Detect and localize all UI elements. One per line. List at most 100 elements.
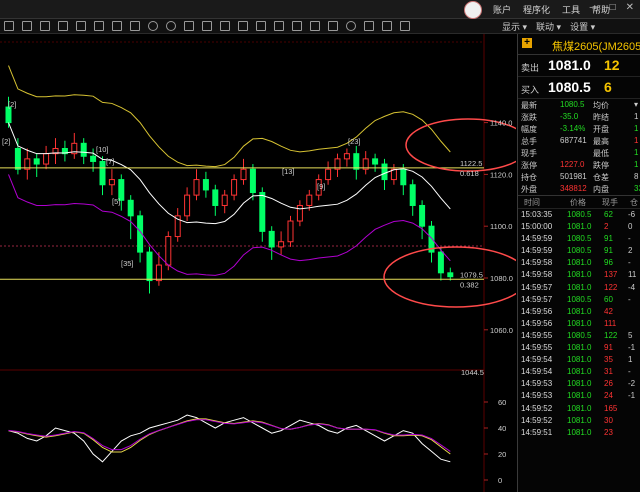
quote-value: ▾ xyxy=(634,100,639,109)
avatar[interactable] xyxy=(464,1,482,19)
col-price: 价格 xyxy=(570,198,586,207)
circle-tool-icon[interactable] xyxy=(166,21,176,31)
candle-body xyxy=(43,153,50,165)
count-label: [10] xyxy=(96,145,109,154)
tick-price: 1081.0 xyxy=(567,379,592,389)
maximize-button[interactable]: □ xyxy=(610,2,616,13)
y-tick-label: 1060.0 xyxy=(490,326,513,335)
tick-volume: 137 xyxy=(604,270,618,280)
arrow-tool-icon[interactable] xyxy=(256,21,266,31)
settings-dropdown[interactable]: 设置 ▾ xyxy=(570,20,595,33)
menu-item-account[interactable]: 账户 xyxy=(493,3,511,16)
palette-tool-icon[interactable] xyxy=(364,21,374,31)
drawing-toolbar: 显示 ▾ 联动 ▾ 设置 ▾ xyxy=(0,19,640,34)
eye-tool-icon[interactable] xyxy=(382,21,392,31)
tick-price: 1081.0 xyxy=(567,391,592,401)
candle-body xyxy=(325,168,332,181)
minimize-button[interactable]: — xyxy=(590,2,600,13)
candle-body xyxy=(381,163,388,181)
tick-price: 1081.0 xyxy=(567,343,592,353)
quote-key: 幅度 xyxy=(521,125,537,134)
fib-tool-icon[interactable] xyxy=(220,21,230,31)
tick-time: 14:59:51 xyxy=(521,427,553,437)
tick-row: 14:59:53 1081.0 24 -1 xyxy=(518,390,640,402)
candle-body xyxy=(231,179,238,196)
quote-value: 8 xyxy=(634,172,639,181)
candle-body xyxy=(240,168,247,181)
candle-body xyxy=(343,153,350,160)
tick-time: 14:59:59 xyxy=(521,246,553,256)
vline-tool-icon[interactable] xyxy=(94,21,104,31)
quote-value: 1 xyxy=(634,148,639,157)
quote-key: 开盘 xyxy=(593,125,609,134)
text-tool-icon[interactable] xyxy=(238,21,248,31)
tick-row: 14:59:53 1081.0 26 -2 xyxy=(518,378,640,390)
tick-price: 1081.0 xyxy=(567,222,592,232)
arc-tool-icon[interactable] xyxy=(202,21,212,31)
rect-tool-icon[interactable] xyxy=(130,21,140,31)
candle-body xyxy=(14,148,21,170)
link-dropdown[interactable]: 联动 ▾ xyxy=(536,20,561,33)
tick-row: 14:59:52 1081.0 165 xyxy=(518,403,640,415)
count-label: [2] xyxy=(8,100,16,109)
ticks-list[interactable]: 15:03:35 1080.5 62 -6 15:00:00 1081.0 2 0… xyxy=(518,209,640,439)
candle-body xyxy=(80,142,87,157)
candle-body xyxy=(90,155,97,162)
fib-ratio-label: 0.382 xyxy=(460,280,479,289)
fib-ratio-label: 0.618 xyxy=(460,169,479,178)
candle-body xyxy=(268,230,275,248)
tick-price: 1081.0 xyxy=(567,318,592,328)
candle-body xyxy=(221,194,228,206)
eraser-tool-icon[interactable] xyxy=(292,21,302,31)
tick-price: 1081.0 xyxy=(567,355,592,365)
tick-oi: -1 xyxy=(628,391,636,401)
trash-tool-icon[interactable] xyxy=(400,21,410,31)
candle-body xyxy=(278,241,285,248)
ellipse-tool-icon[interactable] xyxy=(148,21,158,31)
triangle-tool-icon[interactable] xyxy=(184,21,194,31)
bid-row[interactable]: 买入 1080.5 6 xyxy=(518,77,640,99)
line-tool-icon[interactable] xyxy=(22,21,32,31)
tick-row: 14:59:54 1081.0 31 - xyxy=(518,366,640,378)
quote-value: -35.0 xyxy=(560,112,579,121)
tick-oi: 0 xyxy=(628,222,633,232)
quote-key: 跌停 xyxy=(593,161,609,170)
cursor-tool-icon[interactable] xyxy=(4,21,14,31)
quote-value: 1227.0 xyxy=(560,160,585,169)
candle-body xyxy=(33,158,40,165)
segment-tool-icon[interactable] xyxy=(58,21,68,31)
tick-row: 14:59:54 1081.0 35 1 xyxy=(518,354,640,366)
tick-row: 15:00:00 1081.0 2 0 xyxy=(518,221,640,233)
tick-volume: 122 xyxy=(604,330,618,340)
contract-title: 焦煤2605(JM2605) xyxy=(552,41,640,53)
tick-row: 14:59:55 1080.5 122 5 xyxy=(518,330,640,342)
y-tick-label: 1120.0 xyxy=(490,170,512,179)
measure-tool-icon[interactable] xyxy=(274,21,284,31)
tick-volume: 96 xyxy=(604,258,613,268)
quote-value: -3.14% xyxy=(560,124,586,133)
menu-item-tools[interactable]: 工具 xyxy=(562,3,580,16)
count-label: [9] xyxy=(317,182,325,191)
count-label: [7] xyxy=(106,157,114,166)
ray-tool-icon[interactable] xyxy=(40,21,50,31)
candle-body xyxy=(155,264,162,282)
channel-tool-icon[interactable] xyxy=(112,21,122,31)
ask-row[interactable]: 卖出 1081.0 12 xyxy=(518,55,640,77)
candle-body xyxy=(447,272,454,278)
tick-row: 14:59:57 1081.0 122 -4 xyxy=(518,282,640,294)
tick-volume: 31 xyxy=(604,367,613,377)
coin-tool-icon[interactable] xyxy=(346,21,356,31)
kline-chart[interactable]: 1140.0 1120.0 1100.0 1080.0 1060.0 1044.5 1122… xyxy=(0,34,516,492)
tick-row: 15:03:35 1080.5 62 -6 xyxy=(518,209,640,221)
display-dropdown[interactable]: 显示 ▾ xyxy=(502,20,527,33)
magnet-tool-icon[interactable] xyxy=(328,21,338,31)
hline-tool-icon[interactable] xyxy=(76,21,86,31)
add-contract-button[interactable]: + xyxy=(522,38,532,48)
lock-tool-icon[interactable] xyxy=(310,21,320,31)
close-button[interactable]: ✕ xyxy=(626,2,634,13)
menu-item-program[interactable]: 程序化 xyxy=(523,3,550,16)
tick-volume: 35 xyxy=(604,355,613,365)
quote-value: 1 xyxy=(634,124,639,133)
ask-price: 1081.0 xyxy=(548,57,591,73)
tick-row: 14:59:51 1081.0 23 xyxy=(518,427,640,439)
